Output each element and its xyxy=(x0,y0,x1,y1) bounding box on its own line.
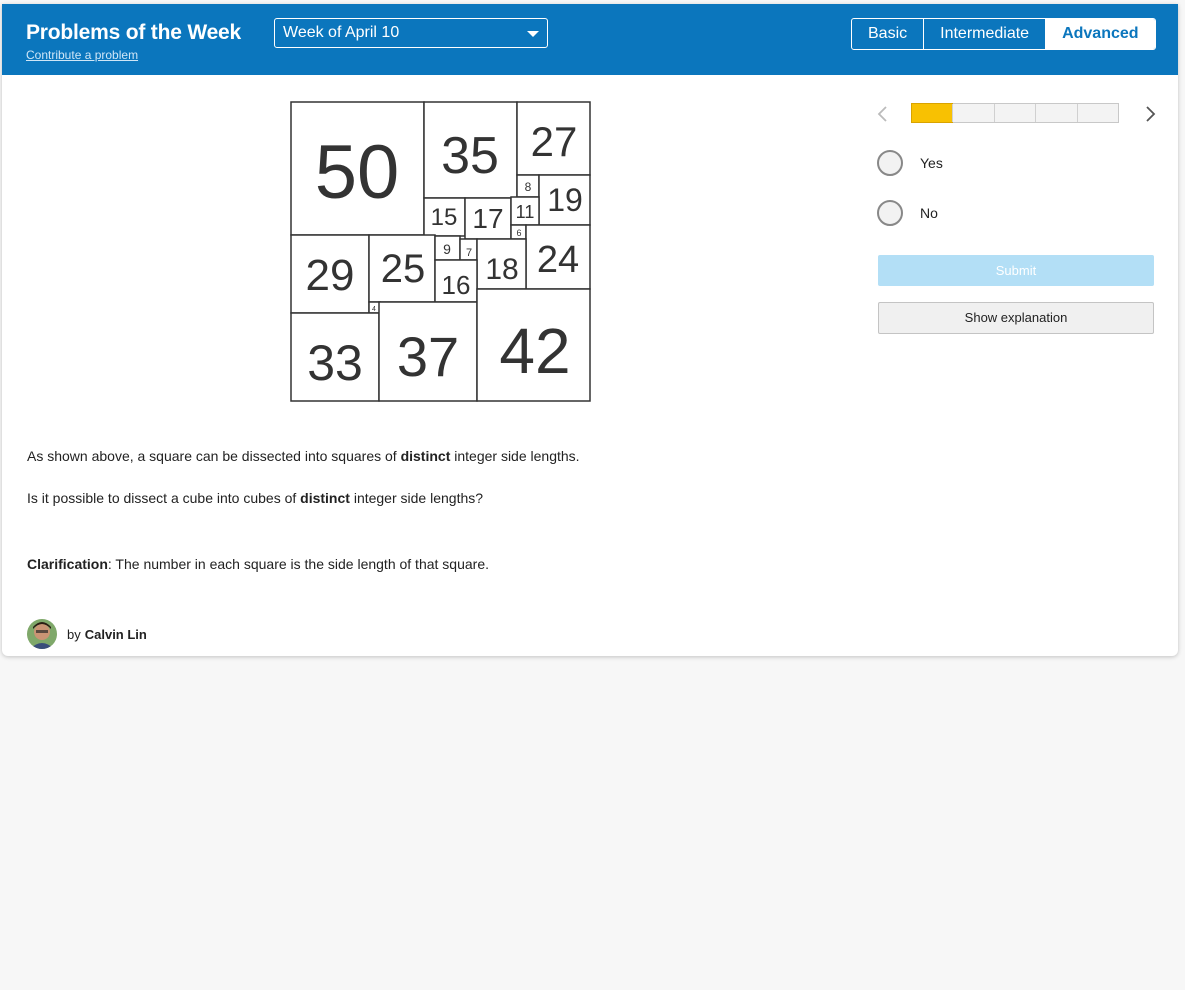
option-yes[interactable]: Yes xyxy=(877,149,943,177)
square-label: 17 xyxy=(472,203,503,234)
square-label: 37 xyxy=(397,325,459,388)
square-label: 33 xyxy=(307,335,363,391)
radio-yes[interactable] xyxy=(877,150,903,176)
header-bar: Problems of the Week Contribute a proble… xyxy=(2,4,1178,75)
square-label: 6 xyxy=(516,228,521,238)
square-label: 4 xyxy=(372,306,376,313)
progress-segment xyxy=(1035,104,1076,122)
square-label: 7 xyxy=(466,247,472,259)
problem-card: Problems of the Week Contribute a proble… xyxy=(2,4,1178,656)
square-label: 8 xyxy=(525,180,532,194)
avatar[interactable] xyxy=(27,619,57,649)
progress-segment xyxy=(952,104,993,122)
week-select-value: Week of April 10 xyxy=(283,24,400,41)
level-tabs: Basic Intermediate Advanced xyxy=(851,18,1156,50)
author-by-label: by xyxy=(67,626,81,642)
submit-button[interactable]: Submit xyxy=(878,255,1154,286)
tab-basic[interactable]: Basic xyxy=(852,19,923,49)
progress-segment xyxy=(911,103,954,123)
square-label: 35 xyxy=(441,127,499,185)
show-explanation-button[interactable]: Show explanation xyxy=(878,302,1154,334)
problem-progress-bar xyxy=(911,103,1119,123)
square-label: 18 xyxy=(485,253,518,286)
chevron-right-icon[interactable] xyxy=(1142,104,1158,124)
square-label: 19 xyxy=(547,182,583,218)
square-label: 29 xyxy=(306,251,355,300)
progress-segment xyxy=(993,104,1035,122)
tab-advanced[interactable]: Advanced xyxy=(1045,19,1155,49)
square-label: 15 xyxy=(431,204,458,231)
square-label: 42 xyxy=(499,315,570,387)
problem-line-1: As shown above, a square can be dissecte… xyxy=(27,448,580,464)
author-byline: by Calvin Lin xyxy=(27,619,147,649)
radio-no[interactable] xyxy=(877,200,903,226)
square-label: 11 xyxy=(516,202,535,222)
square-label: 9 xyxy=(443,241,451,257)
option-yes-label: Yes xyxy=(920,155,943,171)
tab-intermediate[interactable]: Intermediate xyxy=(923,19,1045,49)
week-select[interactable]: Week of April 10 xyxy=(274,18,548,48)
square-label: 24 xyxy=(537,239,579,281)
option-no-label: No xyxy=(920,205,938,221)
square-label: 50 xyxy=(315,130,400,215)
square-label: 25 xyxy=(381,247,426,291)
squared-square-figure: 50 35 27 8 19 15 17 11 6 24 29 25 9 7 18… xyxy=(290,101,591,402)
chevron-left-icon[interactable] xyxy=(875,104,891,124)
progress-segment xyxy=(1076,104,1118,122)
square-label: 27 xyxy=(531,118,578,165)
clarification-line: Clarification: The number in each square… xyxy=(27,556,489,572)
contribute-link[interactable]: Contribute a problem xyxy=(26,48,138,62)
page-title: Problems of the Week xyxy=(26,21,242,44)
square-label: 16 xyxy=(442,270,471,300)
option-no[interactable]: No xyxy=(877,199,938,227)
problem-line-2: Is it possible to dissect a cube into cu… xyxy=(27,490,484,506)
caret-down-icon xyxy=(527,31,539,37)
author-name-link[interactable]: Calvin Lin xyxy=(85,627,147,642)
